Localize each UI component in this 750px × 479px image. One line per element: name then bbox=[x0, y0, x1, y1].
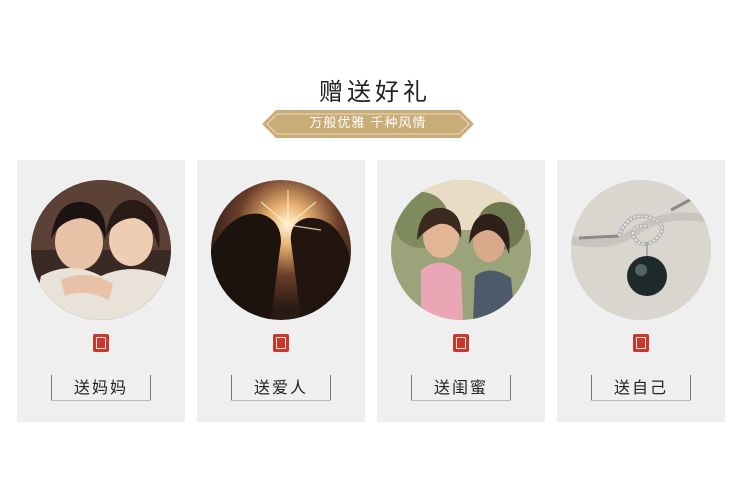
gift-card-bestie[interactable]: 送闺蜜 bbox=[377, 160, 545, 422]
red-seal-icon bbox=[453, 334, 469, 352]
mother-daughter-photo bbox=[31, 180, 171, 320]
section-title: 赠送好礼 bbox=[319, 78, 431, 106]
gift-card-lover[interactable]: 送爱人 bbox=[197, 160, 365, 422]
gift-card-mom[interactable]: 送妈妈 bbox=[17, 160, 185, 422]
red-seal-icon bbox=[273, 334, 289, 352]
card-label: 送闺蜜 bbox=[433, 378, 488, 397]
subtitle-text: 万般优雅 千种风情 bbox=[309, 116, 427, 131]
label-frame: 送爱人 bbox=[231, 375, 331, 401]
label-frame: 送闺蜜 bbox=[411, 375, 511, 401]
gift-card-self[interactable]: 送自己 bbox=[557, 160, 725, 422]
label-frame: 送妈妈 bbox=[51, 375, 151, 401]
card-label: 送妈妈 bbox=[73, 378, 128, 397]
card-label: 送爱人 bbox=[253, 378, 308, 397]
girlfriends-photo bbox=[391, 180, 531, 320]
card-label: 送自己 bbox=[613, 378, 668, 397]
label-frame: 送自己 bbox=[591, 375, 691, 401]
couple-sunset-photo bbox=[211, 180, 351, 320]
red-seal-icon bbox=[93, 334, 109, 352]
pearl-pendant-photo bbox=[571, 180, 711, 320]
subtitle-banner: 万般优雅 千种风情 bbox=[262, 110, 474, 138]
red-seal-icon bbox=[633, 334, 649, 352]
